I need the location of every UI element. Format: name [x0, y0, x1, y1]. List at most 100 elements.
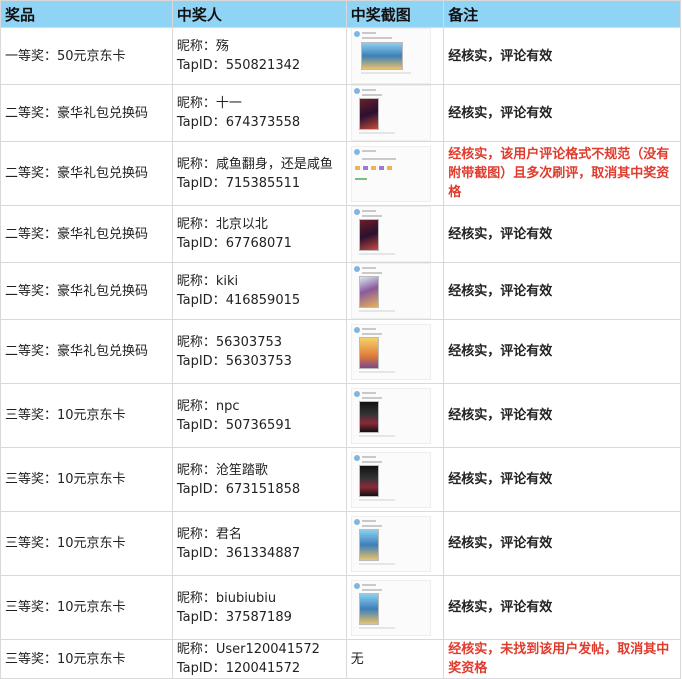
- winner-cell: 昵称：君名 TapID：361334887: [171, 511, 347, 576]
- screenshot-thumbnail[interactable]: [350, 323, 431, 380]
- tapid-label: TapID：: [176, 115, 226, 130]
- avatar: [353, 148, 360, 155]
- winner-cell: 昵称：56303753 TapID：56303753: [171, 319, 347, 384]
- nickname-value: 十一: [215, 96, 242, 111]
- table-row: 二等奖：豪华礼包兑换码 昵称：kiki TapID：416859015 经核实，评论有…: [0, 262, 681, 320]
- nickname-value: User120041572: [215, 642, 320, 657]
- screenshot-cell: [345, 383, 445, 448]
- winner-cell: 昵称：殇 TapID：550821342: [171, 27, 347, 85]
- avatar: [353, 390, 360, 397]
- table-row: 二等奖：豪华礼包兑换码 昵称：咸鱼翻身，还是咸鱼 TapID：715385511 经核…: [0, 141, 681, 206]
- screenshot-thumbnail[interactable]: [350, 28, 431, 84]
- nickname-line: 昵称：kiki: [177, 272, 342, 291]
- avatar: [353, 582, 360, 589]
- nickname-label: 昵称：: [176, 398, 216, 414]
- tapid-value: 416859015: [225, 293, 301, 308]
- winner-cell: 昵称：User120041572 TapID：120041572: [171, 639, 347, 679]
- screenshot-thumbnail[interactable]: [350, 206, 431, 262]
- avatar: [353, 266, 360, 272]
- screenshot-thumbnail[interactable]: [350, 145, 431, 202]
- note-cell: 经核实，评论有效: [443, 205, 681, 263]
- screenshot-cell: [345, 575, 445, 640]
- screenshot-cell: [345, 141, 445, 206]
- tapid-value: 673151858: [225, 481, 301, 497]
- tapid-line: TapID：67768071: [177, 234, 342, 253]
- tapid-value: 550821342: [225, 58, 301, 73]
- screenshot-cell: [345, 84, 445, 142]
- winner-cell: 昵称：北京以北 TapID：67768071: [171, 205, 347, 263]
- header-row: 奖品 中奖人 中奖截图 备注: [0, 0, 681, 28]
- nickname-line: 昵称：君名: [177, 525, 342, 544]
- tapid-value: 674373558: [225, 115, 301, 130]
- tapid-line: TapID：361334887: [177, 544, 342, 563]
- nickname-value: biubiubiu: [215, 590, 277, 606]
- header-winner: 中奖人: [171, 0, 347, 28]
- screenshot-cell: [345, 319, 445, 384]
- nickname-line: 昵称：56303753: [177, 333, 342, 352]
- prize-cell: 二等奖：豪华礼包兑换码: [0, 84, 173, 142]
- prize-cell: 二等奖：豪华礼包兑换码: [0, 141, 173, 206]
- table-row: 三等奖：10元京东卡 昵称：npc TapID：50736591 经核实，评论有效: [0, 383, 681, 448]
- nickname-line: 昵称：十一: [177, 94, 342, 113]
- tapid-value: 67768071: [225, 236, 292, 251]
- screenshot-thumbnail[interactable]: [350, 263, 431, 319]
- screenshot-cell: [345, 447, 445, 512]
- table-row: 一等奖：50元京东卡 昵称：殇 TapID：550821342 经核实，评论有效: [0, 27, 681, 85]
- note-cell: 经核实，评论有效: [443, 262, 681, 320]
- note-cell: 经核实，未找到该用户发帖，取消其中奖资格: [443, 639, 681, 679]
- nickname-label: 昵称：: [176, 274, 216, 289]
- tapid-line: TapID：120041572: [177, 659, 342, 678]
- tapid-value: 56303753: [225, 353, 292, 369]
- tapid-label: TapID：: [176, 353, 226, 369]
- prize-cell: 三等奖：10元京东卡: [0, 511, 173, 576]
- note-cell: 经核实，评论有效: [443, 27, 681, 85]
- nickname-line: 昵称：北京以北: [177, 215, 342, 234]
- prize-cell: 三等奖：10元京东卡: [0, 447, 173, 512]
- screenshot-thumbnail[interactable]: [350, 451, 431, 508]
- nickname-line: 昵称：殇: [177, 37, 342, 56]
- tapid-line: TapID：50736591: [177, 416, 342, 435]
- header-screenshot: 中奖截图: [345, 0, 445, 28]
- screenshot-thumbnail[interactable]: [350, 387, 431, 444]
- prize-cell: 一等奖：50元京东卡: [0, 27, 173, 85]
- avatar: [353, 454, 360, 461]
- nickname-line: 昵称：npc: [177, 397, 342, 416]
- screenshot-thumbnail[interactable]: [350, 515, 431, 572]
- header-note: 备注: [443, 0, 681, 28]
- tapid-value: 120041572: [225, 661, 301, 676]
- tapid-value: 37587189: [225, 609, 292, 625]
- screenshot-cell: [345, 205, 445, 263]
- screenshot-cell: [345, 262, 445, 320]
- tapid-label: TapID：: [176, 58, 226, 73]
- tapid-label: TapID：: [176, 293, 226, 308]
- tapid-line: TapID：674373558: [177, 113, 342, 132]
- prize-cell: 二等奖：豪华礼包兑换码: [0, 319, 173, 384]
- nickname-label: 昵称：: [176, 334, 216, 350]
- winner-cell: 昵称：kiki TapID：416859015: [171, 262, 347, 320]
- nickname-value: 北京以北: [215, 217, 268, 232]
- no-screenshot-text: 无: [350, 651, 364, 667]
- tapid-line: TapID：416859015: [177, 291, 342, 310]
- tapid-value: 50736591: [225, 417, 292, 433]
- nickname-label: 昵称：: [176, 39, 216, 54]
- avatar: [353, 31, 360, 37]
- table-row: 三等奖：10元京东卡 昵称：User120041572 TapID：12004157…: [0, 639, 681, 679]
- screenshot-cell: 无: [345, 639, 445, 679]
- nickname-value: 56303753: [215, 334, 283, 350]
- nickname-label: 昵称：: [176, 462, 216, 478]
- avatar: [353, 88, 360, 94]
- table-row: 二等奖：豪华礼包兑换码 昵称：北京以北 TapID：67768071 经核实，评论有效: [0, 205, 681, 263]
- tapid-label: TapID：: [176, 175, 226, 191]
- tapid-label: TapID：: [176, 661, 226, 676]
- prize-cell: 二等奖：豪华礼包兑换码: [0, 262, 173, 320]
- header-prize: 奖品: [0, 0, 173, 28]
- screenshot-thumbnail[interactable]: [350, 579, 431, 636]
- note-cell: 经核实，评论有效: [443, 84, 681, 142]
- nickname-value: 殇: [215, 39, 229, 54]
- screenshot-thumbnail[interactable]: [350, 85, 431, 141]
- nickname-label: 昵称：: [176, 642, 216, 657]
- table-row: 三等奖：10元京东卡 昵称：沧笙踏歌 TapID：673151858 经核实，评论有效: [0, 447, 681, 512]
- screenshot-cell: [345, 27, 445, 85]
- table-row: 二等奖：豪华礼包兑换码 昵称：56303753 TapID：56303753 经核实，…: [0, 319, 681, 384]
- nickname-label: 昵称：: [176, 217, 216, 232]
